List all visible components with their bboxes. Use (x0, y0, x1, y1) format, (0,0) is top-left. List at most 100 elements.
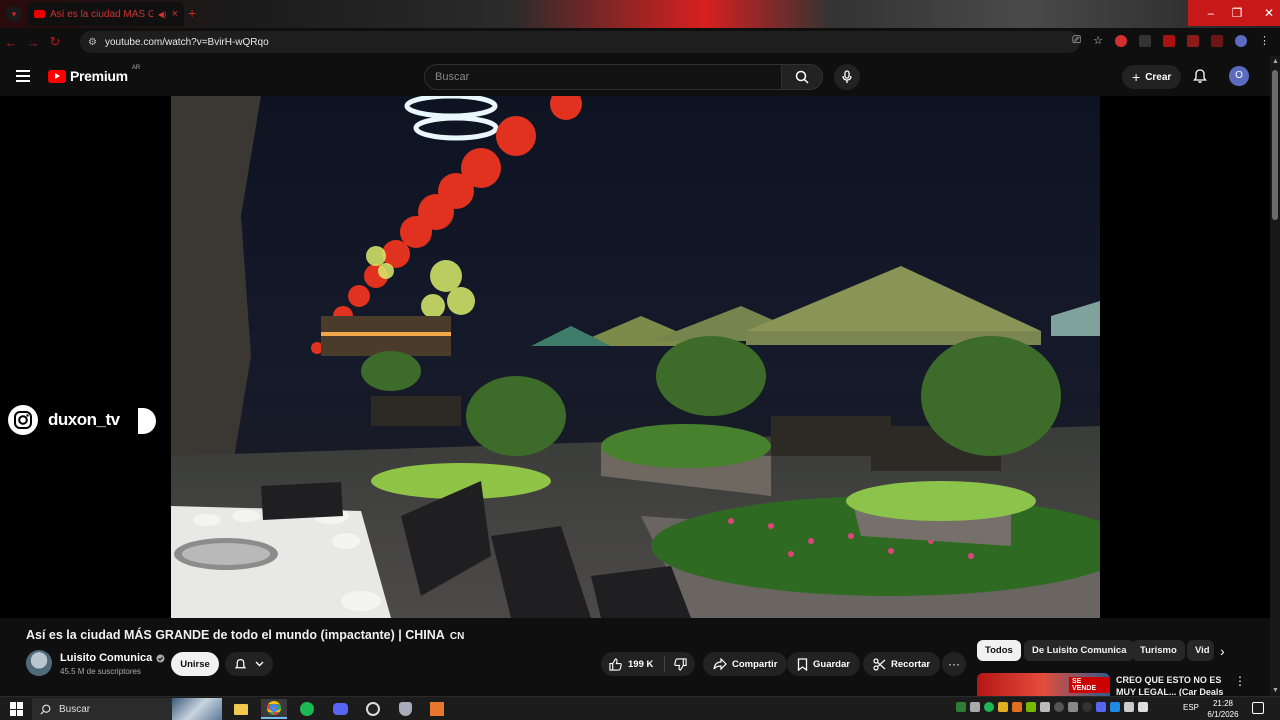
notifications-button[interactable] (1192, 68, 1208, 89)
forward-arrow-icon[interactable]: → (22, 35, 44, 50)
video-scene-image (171, 96, 1100, 618)
tray-bluetooth-icon[interactable] (1110, 702, 1120, 712)
voice-search-button[interactable] (834, 64, 860, 90)
browser-tab-active[interactable]: Así es la ciudad MÁS GRA... ◀) × (28, 2, 184, 26)
channel-name[interactable]: Luisito Comunica (60, 652, 152, 664)
dislike-button[interactable] (665, 657, 695, 671)
url-text: youtube.com/watch?v=BvirH-wQRqo (104, 36, 269, 48)
tray-network-icon[interactable] (1124, 702, 1134, 712)
tab-close-icon[interactable]: × (172, 8, 178, 20)
join-button[interactable]: Unirse (171, 652, 219, 676)
tray-orange-icon[interactable] (1012, 702, 1022, 712)
bookmark-star-icon[interactable]: ☆ (1093, 34, 1103, 47)
app-shield-icon[interactable] (392, 699, 418, 719)
bell-icon (1193, 69, 1207, 83)
bell-icon (234, 658, 247, 668)
youtube-header: Premium AR Buscar + Crear O (0, 56, 1270, 96)
tray-shield-icon[interactable] (1068, 702, 1078, 712)
reload-icon[interactable]: ↻ (44, 34, 66, 50)
hamburger-menu-icon[interactable] (16, 70, 30, 85)
tray-headphones-icon[interactable] (970, 702, 980, 712)
tray-spotify-icon[interactable] (984, 702, 994, 712)
tray-steam-icon[interactable] (1054, 702, 1064, 712)
chip-videos[interactable]: Vid (1187, 640, 1214, 661)
recommendation-menu-icon[interactable]: ⋮ (1234, 674, 1246, 688)
tray-obs-icon[interactable] (1082, 702, 1092, 712)
spotify-icon[interactable] (294, 699, 320, 719)
browser-address-bar: ← → ↻ ⚙ youtube.com/watch?v=BvirH-wQRqo … (0, 28, 1280, 56)
windows-taskbar: Buscar ESP 21:28 6/1/2026 (0, 696, 1280, 720)
video-title-text: Así es la ciudad MÁS GRANDE de todo el m… (26, 628, 445, 642)
profile-avatar-icon[interactable] (1235, 34, 1247, 47)
browser-tab-title: Así es la ciudad MÁS GRA... (50, 8, 153, 20)
create-label: Crear (1145, 71, 1172, 83)
new-tab-button[interactable]: + (188, 6, 202, 20)
windows-start-button[interactable] (10, 702, 24, 716)
extension-dark-icon[interactable] (1139, 34, 1151, 47)
chevron-right-icon[interactable]: › (1220, 643, 1225, 659)
scissors-icon (873, 657, 886, 671)
input-language[interactable]: ESP (1183, 703, 1199, 712)
channel-name-row[interactable]: Luisito Comunica (60, 652, 165, 664)
instagram-handle: duxon_tv (48, 410, 120, 429)
window-close-button[interactable]: ✕ (1246, 0, 1280, 26)
notifications-center-icon[interactable] (1252, 702, 1264, 714)
video-frame[interactable] (171, 96, 1100, 618)
file-explorer-icon[interactable] (228, 699, 254, 719)
page-scrollbar[interactable]: ▲ ▼ (1270, 56, 1280, 696)
video-player[interactable]: duxon_tv (0, 96, 1270, 618)
subscription-notifications-button[interactable] (225, 652, 273, 676)
extension-shield-icon[interactable] (1163, 34, 1175, 47)
instagram-icon (8, 405, 38, 435)
audio-playing-icon[interactable]: ◀) (158, 10, 167, 19)
scroll-up-icon[interactable]: ▲ (1272, 58, 1279, 65)
youtube-favicon-icon (34, 10, 45, 18)
tray-volume-icon[interactable] (1138, 702, 1148, 712)
scrollbar-thumb[interactable] (1272, 70, 1278, 220)
search-icon (795, 70, 809, 84)
youtube-premium-logo[interactable]: Premium AR (48, 65, 140, 84)
browser-tab-strip: ▾ Así es la ciudad MÁS GRA... ◀) × + – ❐… (0, 0, 1280, 28)
discord-icon[interactable] (327, 699, 353, 719)
tray-mic-icon[interactable] (1040, 702, 1050, 712)
back-arrow-icon[interactable]: ← (0, 35, 22, 50)
browser-menu-icon[interactable]: ⋮ (1259, 34, 1270, 47)
like-button[interactable]: 199 K (601, 656, 665, 672)
scroll-down-icon[interactable]: ▼ (1272, 687, 1279, 694)
thumbnail-badge: SE VENDE (1069, 677, 1110, 693)
account-avatar[interactable]: O (1229, 66, 1249, 86)
recommendation-thumbnail[interactable]: SE VENDE (977, 673, 1110, 696)
verified-check-icon (156, 654, 165, 662)
overlay-pill-shape (138, 408, 156, 434)
chip-tourism[interactable]: Turismo (1132, 640, 1185, 661)
tray-green-icon[interactable] (956, 702, 966, 712)
search-input[interactable]: Buscar (424, 64, 782, 90)
url-field[interactable]: ⚙ youtube.com/watch?v=BvirH-wQRqo (80, 31, 1080, 53)
recommendation-title[interactable]: CREO QUE ESTO NO ES MUY LEGAL... (Car De… (1116, 674, 1226, 696)
chip-from-channel[interactable]: De Luisito Comunica (1024, 640, 1135, 661)
share-button[interactable]: Compartir (703, 652, 788, 676)
create-button[interactable]: + Crear (1122, 65, 1182, 89)
more-actions-button[interactable]: ··· (942, 652, 966, 676)
search-button[interactable] (781, 64, 823, 90)
taskbar-search-box[interactable]: Buscar (32, 698, 222, 720)
extension-red-icon[interactable] (1115, 34, 1127, 47)
site-settings-icon[interactable]: ⚙ (88, 37, 97, 48)
channel-avatar[interactable] (26, 650, 52, 676)
obs-icon[interactable] (360, 699, 386, 719)
app-orange-icon[interactable] (424, 699, 450, 719)
clock-date: 6/1/2026 (1207, 710, 1239, 719)
tray-nvidia-icon[interactable] (1026, 702, 1036, 712)
taskbar-clock[interactable]: 21:28 6/1/2026 (1205, 698, 1241, 720)
bookmark-icon (797, 657, 808, 671)
extension-puzzle-icon[interactable] (1187, 34, 1199, 47)
extension-media-icon[interactable] (1211, 34, 1223, 47)
clip-button[interactable]: Recortar (863, 652, 941, 676)
tab-search-button[interactable]: ▾ (6, 6, 22, 22)
chrome-icon[interactable] (261, 699, 287, 719)
tray-discord-icon[interactable] (1096, 702, 1106, 712)
save-button[interactable]: Guardar (787, 652, 860, 676)
install-app-icon[interactable]: ⎚ (1072, 34, 1081, 47)
chip-all[interactable]: Todos (977, 640, 1021, 661)
tray-yellow-icon[interactable] (998, 702, 1008, 712)
